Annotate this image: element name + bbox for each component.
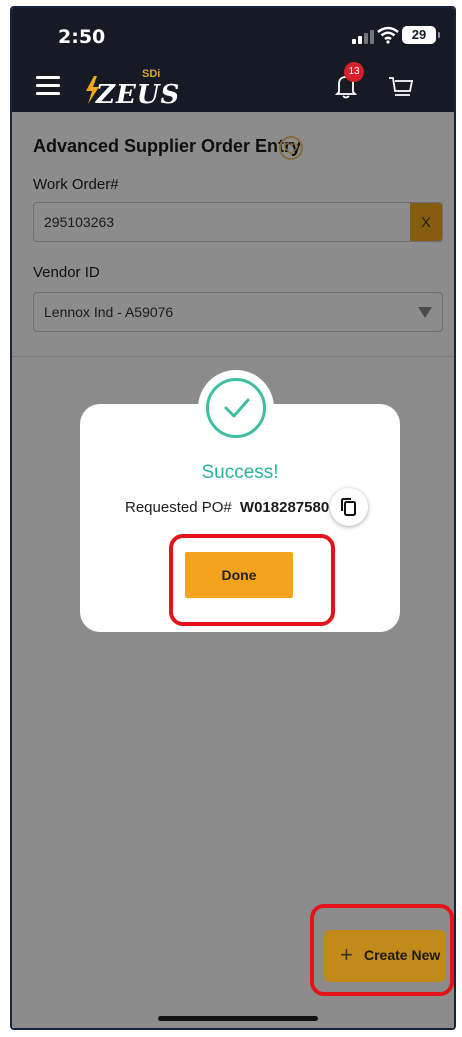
checkmark-icon <box>206 378 266 438</box>
po-number: W018287580 <box>239 499 330 516</box>
home-indicator[interactable] <box>158 1016 318 1021</box>
create-new-highlight-annotation <box>310 904 454 996</box>
wifi-icon <box>377 26 399 44</box>
status-time: 2:50 <box>58 26 106 48</box>
phone-frame: 2:50 29 ZEUS SDi 13 Advanced Supplier Or… <box>10 6 456 1030</box>
signal-icon <box>352 30 374 44</box>
po-label: Requested PO# <box>125 499 232 516</box>
zeus-logo: ZEUS SDi <box>84 68 179 110</box>
logo-text: ZEUS <box>96 80 181 110</box>
copy-icon[interactable] <box>330 488 368 526</box>
app-header: ZEUS SDi 13 <box>12 60 454 112</box>
done-highlight-annotation <box>169 534 335 626</box>
battery-indicator: 29 <box>402 26 440 44</box>
hamburger-menu-icon[interactable] <box>36 76 60 96</box>
status-bar: 2:50 29 <box>12 8 454 60</box>
logo-sub: SDi <box>142 68 161 80</box>
success-title: Success! <box>201 462 279 483</box>
notification-badge: 13 <box>344 62 364 82</box>
cart-icon[interactable] <box>388 76 414 98</box>
success-check-badge <box>198 370 274 446</box>
po-line: Requested PO# W018287580 <box>125 499 329 516</box>
